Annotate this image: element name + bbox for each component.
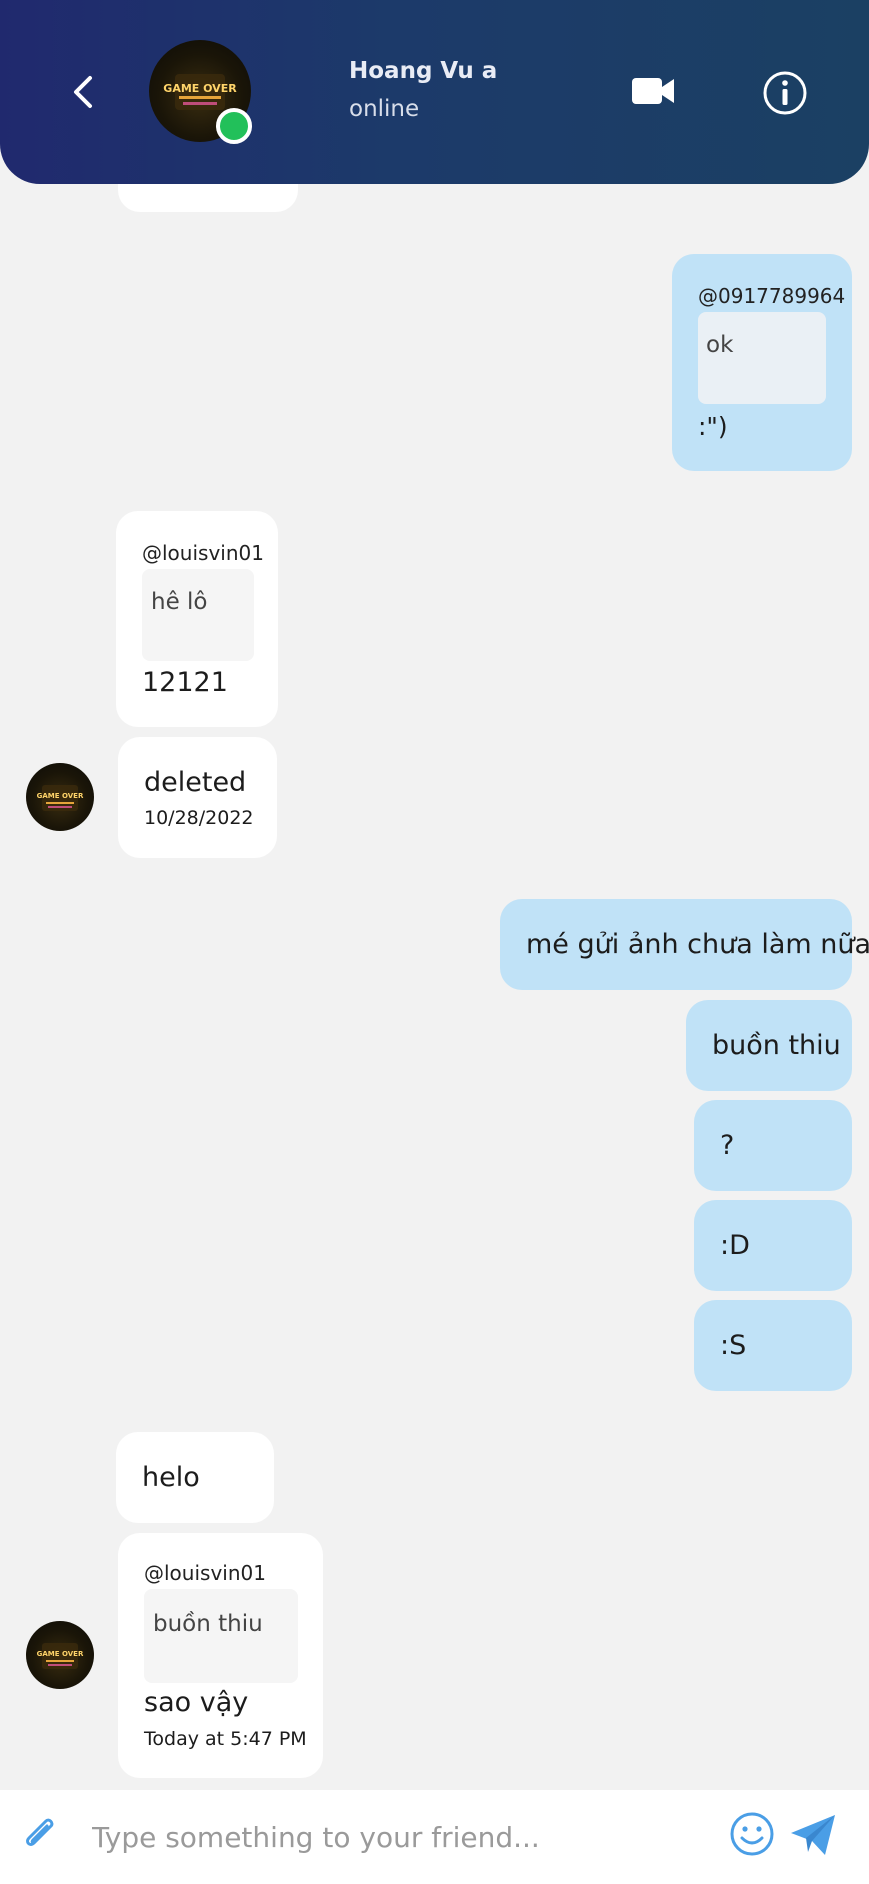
my-message-bubble[interactable]: buồn thiu [686, 1000, 852, 1091]
my-message-bubble[interactable]: mé gửi ảnh chưa làm nữa [500, 899, 869, 990]
attach-button[interactable] [18, 1812, 64, 1858]
contact-status: online [349, 96, 420, 122]
my-message-bubble[interactable]: ? [694, 1100, 852, 1191]
info-button[interactable] [762, 70, 808, 116]
message-text: :D [720, 1230, 750, 1261]
smiley-icon [730, 1812, 774, 1856]
quoted-message[interactable]: ok [698, 312, 826, 404]
message-input[interactable] [90, 1810, 704, 1864]
friend-message-bubble[interactable]: deleted 10/28/2022 [118, 737, 277, 858]
info-icon [763, 71, 807, 115]
reply-mention: @louisvin01 [142, 541, 264, 565]
svg-text:GAME OVER: GAME OVER [37, 792, 84, 800]
video-camera-icon [632, 78, 674, 104]
quoted-text: buồn thiu [153, 1611, 263, 1637]
my-reply-message[interactable]: @0917789964 ok :") [672, 254, 852, 471]
message-text: 12121 [142, 667, 228, 698]
avatar-image: GAME OVER [37, 785, 84, 811]
contact-name: Hoang Vu a [349, 58, 498, 84]
friend-reply-message[interactable]: @louisvin01 hê lô 12121 [116, 511, 278, 727]
quoted-message[interactable]: buồn thiu [144, 1589, 298, 1683]
svg-text:GAME OVER: GAME OVER [37, 1650, 84, 1658]
send-icon [791, 1815, 835, 1855]
my-message-bubble[interactable]: :D [694, 1200, 852, 1291]
message-text: sao vậy [144, 1687, 249, 1718]
message-text: buồn thiu [712, 1030, 841, 1061]
quoted-text: ok [706, 332, 734, 358]
quoted-text: hê lô [151, 589, 208, 615]
message-composer [0, 1790, 869, 1884]
message-text: :") [698, 412, 728, 441]
message-timestamp: Today at 5:47 PM [144, 1728, 307, 1750]
send-button[interactable] [788, 1812, 838, 1858]
chevron-left-icon [74, 76, 92, 108]
video-call-button[interactable] [630, 74, 676, 108]
reply-mention: @louisvin01 [144, 1561, 266, 1585]
message-text: helo [142, 1462, 200, 1493]
friend-avatar[interactable]: GAME OVER [26, 1621, 94, 1689]
message-text: mé gửi ảnh chưa làm nữa [526, 929, 869, 960]
friend-reply-message[interactable]: @louisvin01 buồn thiu sao vậy Today at 5… [118, 1533, 323, 1778]
friend-avatar[interactable]: GAME OVER [26, 763, 94, 831]
avatar-image: GAME OVER [37, 1643, 84, 1669]
online-status-dot [216, 108, 252, 144]
message-text: ? [720, 1130, 735, 1161]
reply-mention: @0917789964 [698, 284, 846, 308]
svg-text:GAME OVER: GAME OVER [163, 82, 237, 95]
message-timestamp: 10/28/2022 [144, 807, 254, 829]
message-text: deleted [144, 767, 247, 798]
message-text: :S [720, 1330, 747, 1361]
my-message-bubble[interactable]: :S [694, 1300, 852, 1391]
friend-message-bubble[interactable]: helo [116, 1432, 274, 1523]
emoji-button[interactable] [728, 1810, 776, 1858]
quoted-message[interactable]: hê lô [142, 569, 254, 661]
back-button[interactable] [64, 70, 104, 114]
chat-header: GAME OVER Hoang Vu a online [0, 0, 869, 184]
paperclip-icon [26, 1818, 54, 1846]
